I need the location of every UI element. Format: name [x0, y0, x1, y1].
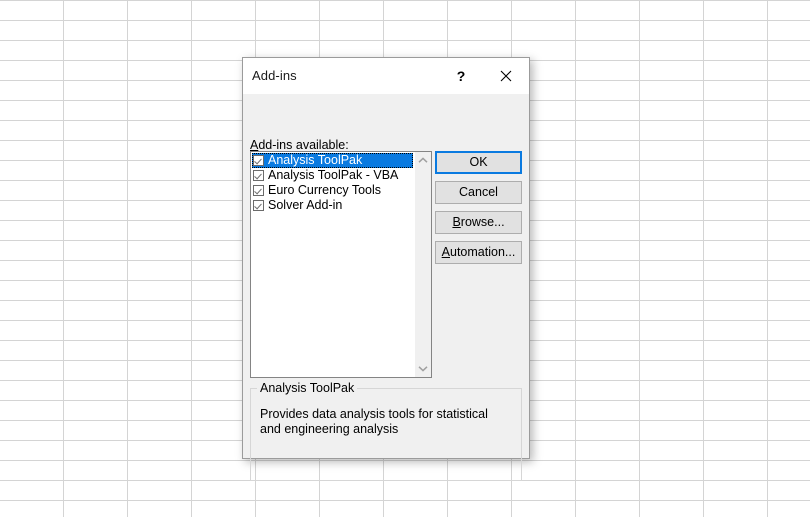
list-item-label: Solver Add-in: [268, 198, 343, 212]
addins-listbox[interactable]: Analysis ToolPak Analysis ToolPak - VBA …: [250, 151, 432, 378]
help-icon[interactable]: ?: [439, 58, 483, 93]
addins-available-label: Add-ins available:: [250, 138, 349, 152]
add-ins-dialog: Add-ins ? Add-ins available: Analysis To…: [242, 57, 530, 481]
dialog-body: Add-ins available: Analysis ToolPak Anal…: [243, 94, 529, 481]
dialog-titlebar: Add-ins ?: [243, 58, 529, 94]
scroll-down-icon[interactable]: [415, 360, 431, 377]
description-title: Analysis ToolPak: [257, 381, 358, 395]
scroll-up-icon[interactable]: [415, 152, 431, 169]
list-item[interactable]: Analysis ToolPak: [252, 153, 413, 168]
list-item-label: Euro Currency Tools: [268, 183, 382, 197]
checkbox-checked-icon[interactable]: [253, 185, 264, 196]
close-icon[interactable]: [484, 58, 528, 93]
list-item-label: Analysis ToolPak: [268, 153, 363, 167]
checkbox-checked-icon[interactable]: [253, 170, 264, 181]
checkbox-checked-icon[interactable]: [253, 200, 264, 211]
list-item[interactable]: Solver Add-in: [252, 198, 414, 213]
checkbox-checked-icon[interactable]: [253, 155, 264, 166]
addins-list-inner: Analysis ToolPak Analysis ToolPak - VBA …: [251, 152, 414, 377]
description-groupbox: Analysis ToolPak Provides data analysis …: [250, 381, 522, 481]
listbox-scrollbar[interactable]: [414, 152, 431, 377]
list-item[interactable]: Euro Currency Tools: [252, 183, 414, 198]
dialog-title: Add-ins: [252, 68, 297, 83]
cancel-button[interactable]: Cancel: [435, 181, 522, 204]
description-text: Provides data analysis tools for statist…: [260, 407, 488, 436]
browse-button[interactable]: Browse...: [435, 211, 522, 234]
list-item[interactable]: Analysis ToolPak - VBA: [252, 168, 414, 183]
list-item-label: Analysis ToolPak - VBA: [268, 168, 399, 182]
automation-button[interactable]: Automation...: [435, 241, 522, 264]
ok-button[interactable]: OK: [435, 151, 522, 174]
